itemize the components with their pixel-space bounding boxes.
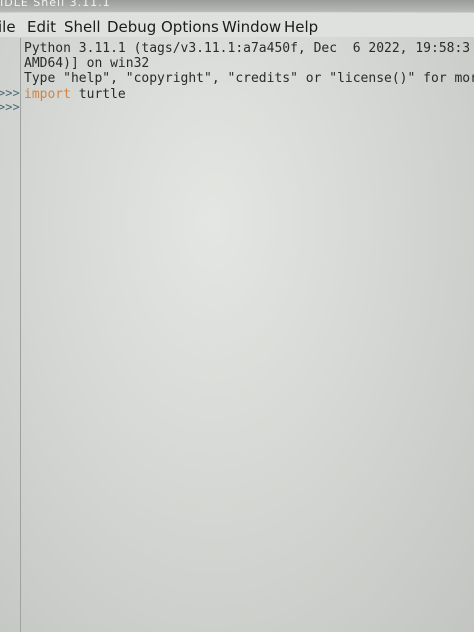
banner-line-platform: AMD64)] on win32 <box>24 56 150 71</box>
menu-debug[interactable]: Debug <box>107 18 156 36</box>
shell-prompt: >>> <box>0 100 20 114</box>
import-keyword: import <box>24 87 71 102</box>
title-bar: IDLE Shell 3.11.1 <box>0 0 474 12</box>
shell-prompt: >>> <box>0 86 20 100</box>
input-line[interactable]: import turtle <box>24 87 126 102</box>
menu-help[interactable]: Help <box>284 18 318 36</box>
banner-line-help: Type "help", "copyright", "credits" or "… <box>24 71 474 86</box>
prompt-gutter: >>> >>> <box>0 38 21 632</box>
shell-text-area[interactable]: Python 3.11.1 (tags/v3.11.1:a7a450f, Dec… <box>21 38 474 632</box>
shell-area[interactable]: >>> >>> Python 3.11.1 (tags/v3.11.1:a7a4… <box>0 38 474 632</box>
window-title: IDLE Shell 3.11.1 <box>0 0 111 9</box>
menu-file[interactable]: ile <box>0 18 16 36</box>
menu-shell[interactable]: Shell <box>64 18 101 36</box>
menu-options[interactable]: Options <box>161 18 219 36</box>
banner-line-version: Python 3.11.1 (tags/v3.11.1:a7a450f, Dec… <box>24 41 471 56</box>
idle-shell-window: IDLE Shell 3.11.1 ile Edit Shell Debug O… <box>0 0 474 632</box>
input-module: turtle <box>70 87 126 102</box>
menu-bar: ile Edit Shell Debug Options Window Help <box>0 13 474 37</box>
menu-edit[interactable]: Edit <box>27 18 56 36</box>
menu-window[interactable]: Window <box>222 18 281 36</box>
